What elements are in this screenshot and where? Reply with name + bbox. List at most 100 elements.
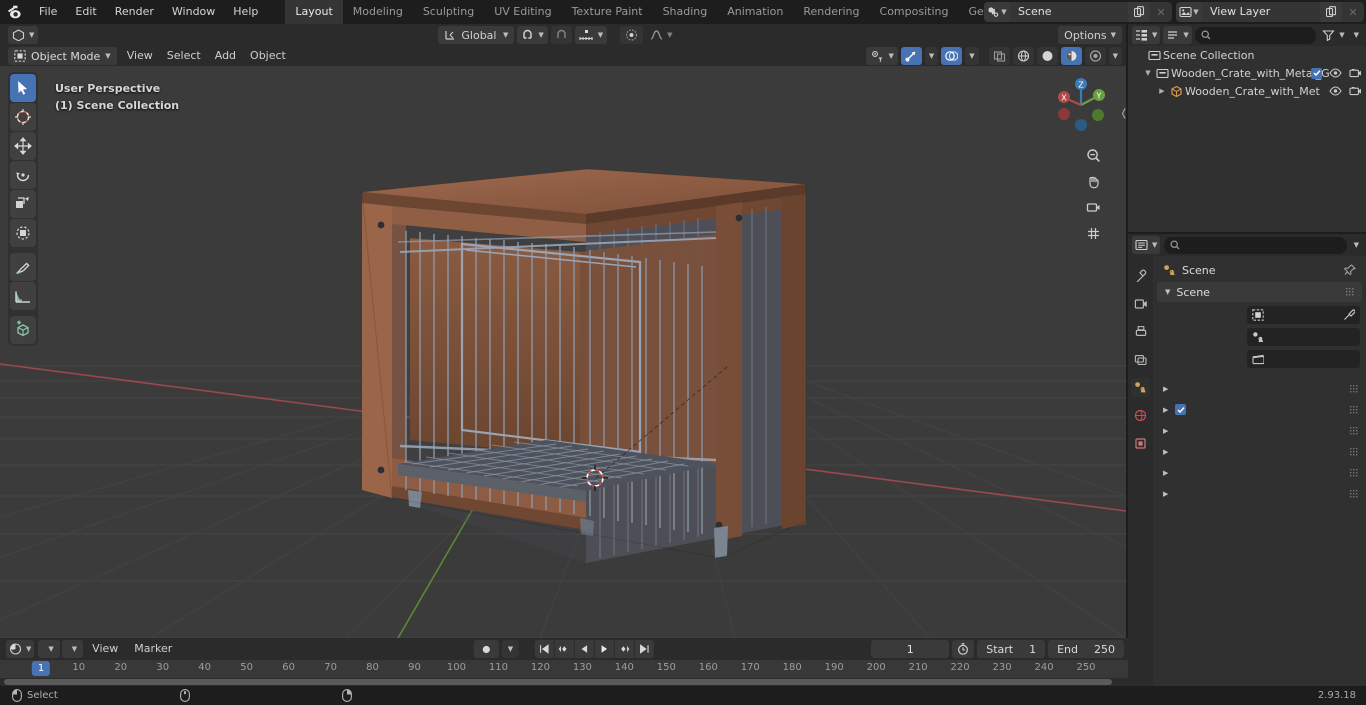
property-panel-audio[interactable]: ▶ — [1153, 441, 1366, 462]
blender-logo-icon[interactable] — [0, 0, 30, 24]
jump-start-button[interactable] — [535, 640, 555, 658]
scene-name[interactable]: Scene — [1010, 2, 1128, 22]
gizmo-options-dropdown[interactable]: ▼ — [924, 47, 939, 65]
transform-orientation-selector[interactable]: Global ▼ — [438, 26, 515, 44]
workspace-tab-modeling[interactable]: Modeling — [343, 0, 413, 24]
outliner-row[interactable]: Scene Collection — [1128, 46, 1366, 64]
current-frame-field[interactable]: 1 — [871, 640, 950, 658]
move-tool[interactable] — [10, 132, 36, 160]
prev-keyframe-button[interactable] — [555, 640, 575, 658]
properties-editor-type-button[interactable]: ▼ — [1132, 236, 1161, 254]
sidebar-collapse-arrow[interactable]: ❬ — [1120, 108, 1126, 119]
property-panel-gravity[interactable]: ▶ — [1153, 399, 1366, 420]
properties-options-button[interactable]: ▼ — [1351, 236, 1362, 254]
workspace-tab-texture-paint[interactable]: Texture Paint — [562, 0, 653, 24]
workspace-tab-uv-editing[interactable]: UV Editing — [484, 0, 561, 24]
frame-range-start[interactable]: Start 1 — [977, 640, 1046, 658]
workspace-tab-rendering[interactable]: Rendering — [793, 0, 869, 24]
measure-tool[interactable] — [10, 282, 36, 310]
timeline-horizontal-scrollbar[interactable] — [4, 679, 1112, 685]
toggle-ortho-icon[interactable] — [1082, 222, 1104, 244]
scene-selector[interactable]: ▼ Scene ✕ — [984, 2, 1172, 22]
annotate-tool[interactable] — [10, 253, 36, 281]
snap-toggle[interactable]: ▼ — [517, 26, 548, 44]
auto-keying-toggle[interactable] — [473, 640, 499, 658]
view-layer-icon[interactable]: ▼ — [1176, 2, 1202, 22]
viewport-menu-object[interactable]: Object — [243, 47, 293, 65]
shading-options-dropdown[interactable]: ▼ — [1108, 47, 1122, 65]
unlink-scene-button[interactable]: ✕ — [1150, 2, 1172, 22]
timeline-menu-view[interactable]: View — [85, 640, 125, 658]
rotate-tool[interactable] — [10, 161, 36, 189]
scale-tool[interactable] — [10, 190, 36, 218]
outliner-options-button[interactable]: ▼ — [1351, 26, 1362, 44]
tweak-select-tool[interactable] — [10, 74, 36, 102]
new-scene-button[interactable] — [1128, 2, 1150, 22]
proportional-falloff-selector[interactable]: ▼ — [646, 26, 676, 44]
frame-range-end[interactable]: End 250 — [1048, 640, 1124, 658]
play-button[interactable] — [595, 640, 615, 658]
transform-tool[interactable] — [10, 219, 36, 247]
editor-type-selector[interactable]: ▼ — [8, 26, 39, 44]
cursor-tool[interactable] — [10, 103, 36, 131]
top-menu-file[interactable]: File — [30, 2, 66, 22]
property-value-field[interactable] — [1247, 349, 1360, 368]
jump-end-button[interactable] — [635, 640, 655, 658]
top-menu-edit[interactable]: Edit — [66, 2, 105, 22]
outliner-visibility-eye-icon[interactable] — [1329, 68, 1342, 78]
interaction-mode-selector[interactable]: Object Mode ▼ — [8, 47, 117, 65]
timeline-playhead[interactable]: 1 — [31, 661, 51, 676]
navigation-gizmo[interactable]: Z Y X — [1050, 74, 1112, 136]
tool-tab[interactable] — [1131, 266, 1150, 285]
shading-material-preview-button[interactable] — [1060, 47, 1082, 65]
next-keyframe-button[interactable] — [615, 640, 635, 658]
panel-enable-checkbox[interactable] — [1175, 404, 1187, 415]
workspace-tab-animation[interactable]: Animation — [717, 0, 793, 24]
outliner-render-camera-icon[interactable] — [1349, 68, 1362, 78]
properties-search-input[interactable] — [1164, 236, 1347, 254]
toggle-xray-button[interactable] — [988, 47, 1010, 65]
workspace-tab-sculpting[interactable]: Sculpting — [413, 0, 484, 24]
outliner-visibility-eye-icon[interactable] — [1329, 86, 1342, 96]
camera-view-icon[interactable] — [1082, 196, 1104, 218]
viewport-menu-select[interactable]: Select — [160, 47, 208, 65]
top-menu-render[interactable]: Render — [106, 2, 163, 22]
scene-panel-header[interactable]: ▼ Scene — [1157, 282, 1362, 302]
add-cube-tool[interactable] — [10, 316, 36, 344]
workspace-tab-compositing[interactable]: Compositing — [870, 0, 959, 24]
outliner-enable-checkbox[interactable] — [1311, 67, 1322, 79]
expand-triangle-down-icon[interactable]: ▼ — [1142, 69, 1154, 77]
view-layer-selector[interactable]: ▼ View Layer ✕ — [1176, 2, 1364, 22]
proportional-edit-toggle[interactable] — [620, 26, 644, 44]
shading-solid-button[interactable] — [1036, 47, 1058, 65]
overlays-options-dropdown[interactable]: ▼ — [965, 47, 979, 65]
timeline-ruler[interactable]: 10 20 30 40 50 60 70 80 90 100 110 120 130 140 150 160 1… — [0, 660, 1128, 678]
view-layer-tab[interactable] — [1131, 350, 1150, 369]
outliner-row[interactable]: ▶ Wooden_Crate_with_Met — [1128, 82, 1366, 100]
play-reverse-button[interactable] — [575, 640, 595, 658]
render-tab[interactable] — [1131, 294, 1150, 313]
property-value-field[interactable] — [1247, 327, 1360, 346]
workspace-tab-shading[interactable]: Shading — [653, 0, 718, 24]
property-panel-custom-properties[interactable]: ▶ — [1153, 483, 1366, 504]
viewport-menu-view[interactable]: View — [120, 47, 160, 65]
eyedropper-icon[interactable] — [1343, 308, 1355, 321]
outliner-render-camera-icon[interactable] — [1349, 86, 1362, 96]
snap-settings[interactable] — [550, 26, 572, 44]
timeline-editor-type-button[interactable]: ▼ — [6, 640, 35, 658]
shading-rendered-button[interactable] — [1084, 47, 1106, 65]
property-value-field[interactable] — [1247, 305, 1360, 324]
options-dropdown[interactable]: Options ▼ — [1058, 26, 1122, 44]
timeline-menu-marker[interactable]: Marker — [127, 640, 179, 658]
outliner-row[interactable]: ▼ Wooden_Crate_with_Metal_G — [1128, 64, 1366, 82]
outliner-search-input[interactable] — [1194, 26, 1317, 44]
use-preview-range-button[interactable] — [952, 640, 975, 658]
property-panel-units[interactable]: ▶ — [1153, 378, 1366, 399]
object-tab[interactable] — [1131, 434, 1150, 453]
outliner-editor-type-button[interactable]: ▼ — [1132, 26, 1161, 44]
outliner-filter-button[interactable]: ▼ — [1319, 26, 1347, 44]
show-overlays-toggle[interactable] — [941, 47, 963, 65]
timeline-menu-keying[interactable]: ▼ — [61, 640, 84, 658]
shading-wireframe-button[interactable] — [1012, 47, 1034, 65]
view-layer-name[interactable]: View Layer — [1202, 2, 1320, 22]
